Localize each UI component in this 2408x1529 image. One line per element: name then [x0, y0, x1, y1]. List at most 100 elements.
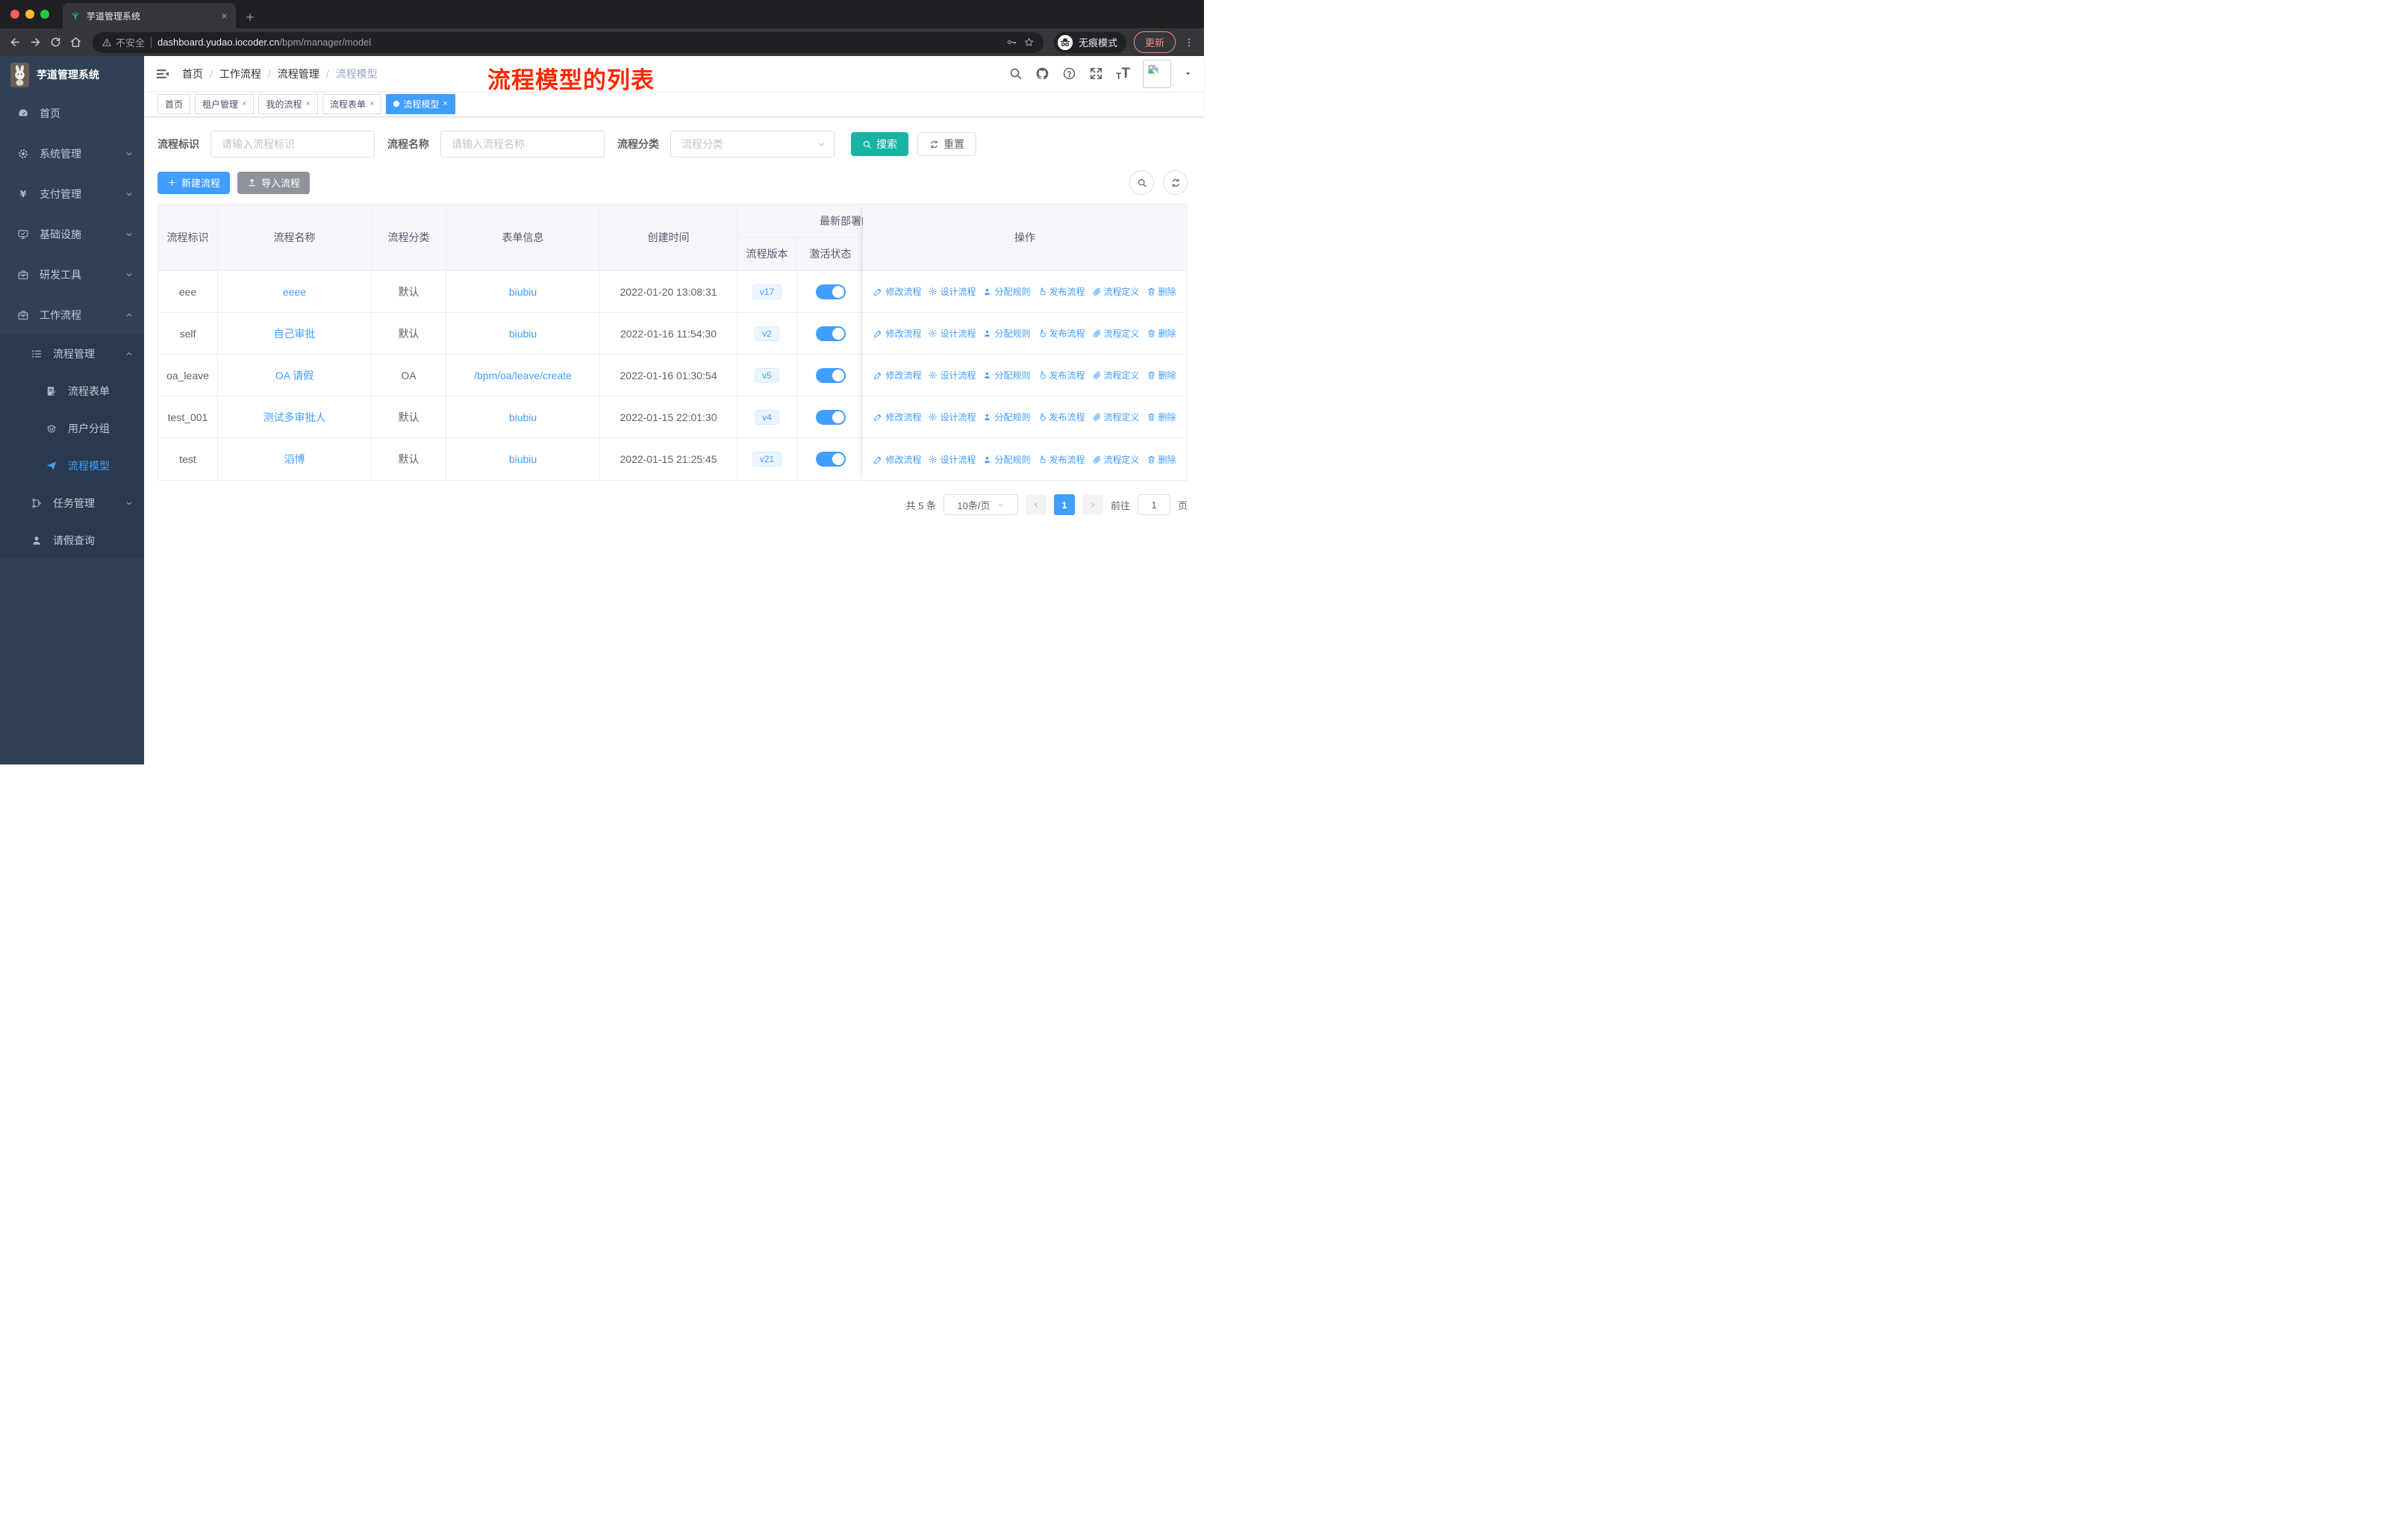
breadcrumb-workflow[interactable]: 工作流程: [219, 66, 261, 81]
url-bar[interactable]: 不安全 dashboard.yudao.iocoder.cn/bpm/manag…: [93, 31, 1044, 53]
process-key-input[interactable]: [210, 131, 375, 158]
breadcrumb-home[interactable]: 首页: [182, 66, 203, 81]
process-name-link[interactable]: OA 请假: [275, 368, 314, 383]
sidebar-item-home[interactable]: 首页: [0, 93, 144, 134]
action-user[interactable]: 分配规则: [982, 453, 1031, 466]
tag-close-icon[interactable]: ×: [369, 99, 374, 108]
form-info-link[interactable]: biubiu: [509, 286, 537, 298]
action-cog[interactable]: 设计流程: [928, 453, 976, 466]
form-info-link[interactable]: biubiu: [509, 328, 537, 340]
action-edit[interactable]: 修改流程: [873, 285, 921, 298]
action-trash[interactable]: 删除: [1147, 411, 1176, 423]
action-user[interactable]: 分配规则: [982, 369, 1031, 382]
import-process-button[interactable]: 导入流程: [237, 171, 311, 194]
tab-close-icon[interactable]: [220, 12, 228, 20]
process-name-link[interactable]: eeee: [283, 286, 306, 298]
tag-tenant[interactable]: 租户管理 ×: [195, 93, 255, 114]
breadcrumb-process-mgmt[interactable]: 流程管理: [278, 66, 319, 81]
action-trash[interactable]: 删除: [1147, 285, 1176, 298]
active-toggle[interactable]: [815, 452, 846, 467]
tag-close-icon[interactable]: ×: [305, 99, 310, 108]
sidebar-item-process-model[interactable]: 流程模型: [0, 447, 144, 485]
process-name-link[interactable]: 滔博: [284, 452, 305, 467]
sidebar-item-process-form[interactable]: 流程表单: [0, 373, 144, 410]
tag-close-icon[interactable]: ×: [443, 99, 447, 108]
sidebar-item-system[interactable]: 系统管理: [0, 134, 144, 174]
action-hand[interactable]: 发布流程: [1038, 369, 1085, 382]
active-toggle[interactable]: [815, 367, 846, 383]
browser-menu-icon[interactable]: [1183, 37, 1195, 49]
maximize-window-icon[interactable]: [40, 10, 49, 19]
tag-my-process[interactable]: 我的流程 ×: [258, 93, 318, 114]
search-icon[interactable]: [1008, 66, 1023, 81]
prev-page-button[interactable]: [1025, 494, 1047, 515]
action-cog[interactable]: 设计流程: [928, 411, 976, 423]
minimize-window-icon[interactable]: [25, 10, 34, 19]
tag-process-form[interactable]: 流程表单 ×: [322, 93, 382, 114]
reset-button[interactable]: 重置: [917, 132, 976, 156]
action-hand[interactable]: 发布流程: [1038, 327, 1085, 340]
github-icon[interactable]: [1035, 66, 1049, 81]
security-indicator[interactable]: 不安全: [102, 35, 145, 49]
action-paperclip[interactable]: 流程定义: [1092, 327, 1140, 340]
action-cog[interactable]: 设计流程: [928, 285, 976, 298]
tag-close-icon[interactable]: ×: [242, 99, 246, 108]
process-name-input[interactable]: [440, 131, 605, 158]
sidebar-item-infra[interactable]: 基础设施: [0, 214, 144, 255]
browser-tab[interactable]: 芋道管理系统: [63, 3, 236, 28]
action-hand[interactable]: 发布流程: [1038, 285, 1085, 298]
sidebar-item-task-mgmt[interactable]: 任务管理: [0, 485, 144, 522]
tag-process-model[interactable]: 流程模型 ×: [386, 93, 455, 114]
active-toggle[interactable]: [815, 409, 846, 425]
update-button[interactable]: 更新: [1133, 31, 1176, 53]
action-user[interactable]: 分配规则: [982, 327, 1031, 340]
action-paperclip[interactable]: 流程定义: [1092, 453, 1140, 466]
page-1-button[interactable]: 1: [1053, 494, 1075, 515]
sidebar-item-process-mgmt[interactable]: 流程管理: [0, 335, 144, 373]
tag-home[interactable]: 首页: [157, 93, 191, 114]
new-tab-button[interactable]: [245, 12, 255, 22]
action-paperclip[interactable]: 流程定义: [1092, 369, 1140, 382]
home-icon[interactable]: [69, 36, 82, 49]
next-page-button[interactable]: [1082, 494, 1103, 515]
caret-down-icon[interactable]: [1184, 69, 1192, 78]
sidebar-item-user-group[interactable]: 用户分组: [0, 410, 144, 447]
search-button[interactable]: 搜索: [851, 132, 908, 156]
action-edit[interactable]: 修改流程: [873, 327, 921, 340]
form-info-link[interactable]: biubiu: [509, 453, 537, 465]
action-trash[interactable]: 删除: [1147, 327, 1176, 340]
active-toggle[interactable]: [815, 326, 846, 341]
process-name-link[interactable]: 自己审批: [274, 326, 316, 341]
goto-page-input[interactable]: [1137, 494, 1170, 515]
action-trash[interactable]: 删除: [1147, 369, 1176, 382]
show-search-button[interactable]: [1129, 170, 1154, 195]
action-hand[interactable]: 发布流程: [1038, 411, 1085, 423]
action-paperclip[interactable]: 流程定义: [1092, 411, 1140, 423]
forward-icon[interactable]: [29, 36, 42, 49]
sidebar-item-devtools[interactable]: 研发工具: [0, 255, 144, 295]
help-icon[interactable]: [1062, 66, 1076, 81]
fullscreen-icon[interactable]: [1089, 66, 1103, 81]
action-hand[interactable]: 发布流程: [1038, 453, 1085, 466]
form-info-link[interactable]: biubiu: [509, 411, 537, 423]
form-info-link[interactable]: /bpm/oa/leave/create: [474, 370, 572, 382]
action-user[interactable]: 分配规则: [982, 411, 1031, 423]
close-window-icon[interactable]: [10, 10, 19, 19]
action-user[interactable]: 分配规则: [982, 285, 1031, 298]
action-cog[interactable]: 设计流程: [928, 369, 976, 382]
create-process-button[interactable]: 新建流程: [157, 171, 231, 194]
avatar[interactable]: [1143, 59, 1171, 88]
bookmark-star-icon[interactable]: [1023, 37, 1035, 48]
action-trash[interactable]: 删除: [1147, 453, 1176, 466]
sidebar-item-payment[interactable]: ¥ 支付管理: [0, 174, 144, 214]
font-size-icon[interactable]: TT: [1116, 66, 1130, 81]
sidebar-item-workflow[interactable]: 工作流程: [0, 295, 144, 335]
back-icon[interactable]: [9, 36, 22, 49]
sidebar-item-leave-query[interactable]: 请假查询: [0, 522, 144, 559]
action-cog[interactable]: 设计流程: [928, 327, 976, 340]
hamburger-icon[interactable]: [155, 66, 170, 81]
process-name-link[interactable]: 测试多审批人: [263, 410, 326, 425]
key-icon[interactable]: [1006, 37, 1017, 48]
process-category-select[interactable]: 流程分类: [670, 131, 835, 158]
action-edit[interactable]: 修改流程: [873, 369, 921, 382]
